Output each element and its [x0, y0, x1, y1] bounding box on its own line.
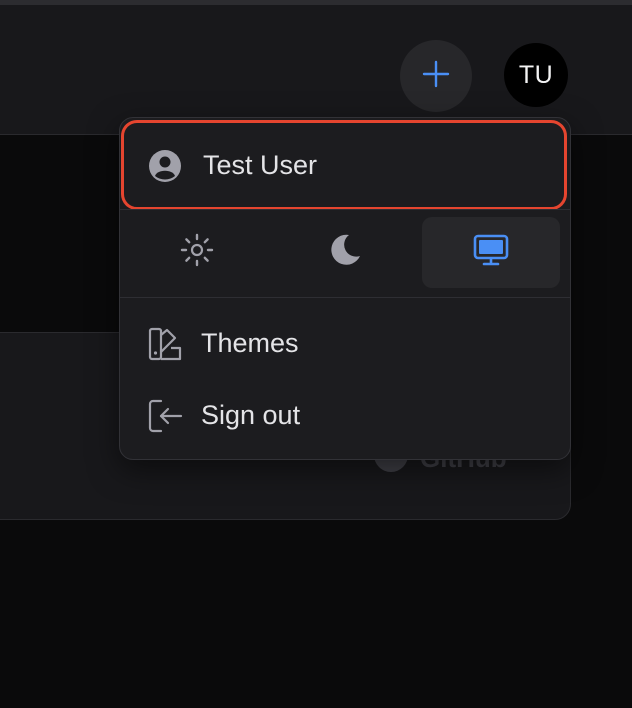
- theme-system-button[interactable]: [422, 217, 560, 288]
- theme-dark-button[interactable]: [276, 217, 414, 288]
- palette-icon: [147, 326, 183, 367]
- menu-item-themes-label: Themes: [201, 328, 299, 358]
- user-avatar-button[interactable]: TU: [504, 43, 568, 107]
- menu-user-item[interactable]: Test User: [121, 120, 567, 210]
- theme-switcher: [120, 217, 570, 289]
- sign-out-icon: [147, 398, 183, 439]
- menu-divider: [120, 297, 570, 298]
- menu-user-name: Test User: [203, 150, 318, 180]
- theme-light-button[interactable]: [128, 217, 266, 288]
- menu-item-themes[interactable]: Themes: [120, 312, 570, 376]
- sun-icon: [179, 232, 215, 273]
- avatar-initials: TU: [518, 60, 554, 89]
- add-button[interactable]: [400, 40, 472, 112]
- menu-item-sign-out[interactable]: Sign out: [120, 384, 570, 448]
- monitor-icon: [473, 232, 509, 273]
- moon-icon: [327, 232, 363, 273]
- user-dropdown-menu: Test User Themes Sign out: [119, 117, 571, 460]
- plus-icon: [421, 59, 451, 94]
- app-header: TU: [0, 5, 632, 135]
- menu-item-sign-out-label: Sign out: [201, 400, 301, 430]
- menu-divider: [120, 209, 570, 210]
- user-circle-icon: [148, 149, 182, 188]
